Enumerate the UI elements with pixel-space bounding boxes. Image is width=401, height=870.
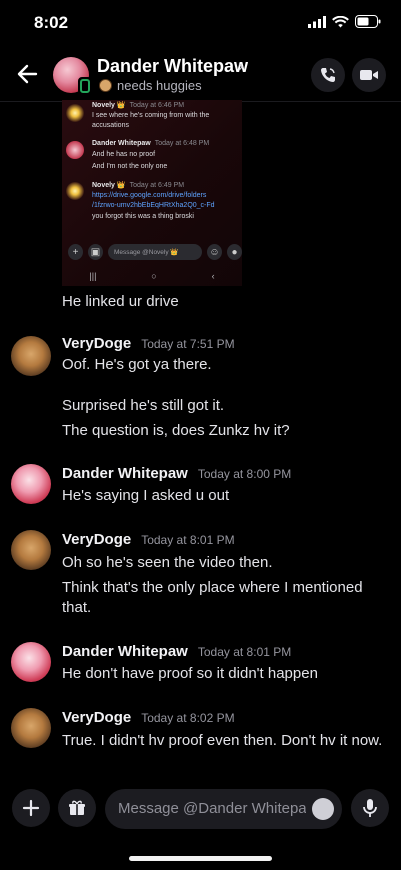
message-timestamp: Today at 8:00 PM [197,467,292,481]
message-text: The question is, does Zunkz hv it? [62,422,290,439]
plus-icon: + [68,244,83,260]
header-avatar[interactable] [53,57,92,95]
message-text: He's saying I asked u out [62,487,230,504]
embed-input-bar: + ▣ Message @Novely 👑 ☺ ● [62,240,242,264]
message-text: Oof. He's got ya there. [62,356,212,373]
home-indicator[interactable] [129,856,272,861]
microphone-icon: ● [227,244,242,260]
avatar-dander-whitepaw[interactable] [11,642,51,682]
chevron-right-icon[interactable]: › [238,58,243,76]
avatar-dander-whitepaw[interactable] [11,464,51,504]
attached-screenshot-image[interactable]: Novely 👑 Today at 6:46 PM I see where he'… [62,100,242,286]
status-emoji-icon [99,79,112,92]
embed-text: you forgot this was a thing broski [92,213,194,220]
crown-icon: 👑 [116,102,126,109]
embed-avatar [66,182,84,200]
message-input[interactable]: Message @Dander Whitepaw [105,789,342,829]
message-timestamp: Today at 8:01 PM [197,645,292,659]
back-button[interactable] [14,60,42,88]
message-input-placeholder: Message @Dander Whitepaw [118,800,306,817]
message-timestamp: Today at 7:51 PM [141,337,235,351]
message-author[interactable]: Dander Whitepaw Today at 8:01 PM [62,643,291,660]
add-attachment-button[interactable] [12,789,50,827]
recents-icon: ||| [89,271,97,281]
embed-author: Dander Whitepaw [92,140,151,147]
mobile-online-icon [78,77,92,95]
message-text: that. [62,599,92,616]
message-author[interactable]: VeryDoge Today at 7:51 PM [62,335,235,352]
avatar-verydoge[interactable] [11,708,51,748]
embed-link: /1fzrwo-umv2hbEbEqHRtXha2Q0_c-Fd [92,202,215,209]
voice-call-button[interactable] [311,58,345,92]
gift-button[interactable] [58,789,96,827]
embed-text: I see where he's coming from with the [92,112,210,119]
voice-message-button[interactable] [351,789,389,827]
gift-icon: ▣ [87,244,103,260]
crown-icon: 👑 [116,182,126,189]
embed-timestamp: Today at 6:49 PM [129,182,185,189]
message-text: He linked ur drive [62,293,179,310]
message-text: True. I didn't hv proof even then. Don't… [62,732,383,749]
embed-text: accusations [92,122,129,129]
microphone-icon [363,799,377,817]
gift-icon [69,800,85,815]
emoji-button[interactable] [312,798,334,820]
embed-author: Novely [92,182,115,189]
home-icon: ○ [151,271,157,281]
message-text: He don't have proof so it didn't happen [62,665,318,682]
embed-avatar [66,141,84,159]
phone-icon [321,68,335,82]
emoji-icon: ☺ [207,244,222,260]
embed-input-field: Message @Novely 👑 [107,244,203,260]
message-timestamp: Today at 8:02 PM [141,711,235,725]
avatar-verydoge[interactable] [11,530,51,570]
chat-header: Dander Whitepaw › needs huggies [0,46,401,102]
video-camera-icon [360,70,378,80]
custom-status-text: needs huggies [117,78,202,93]
status-icons [308,15,381,28]
message-text: Oh so he's seen the video then. [62,554,273,571]
plus-icon [22,799,40,817]
embed-text: And I'm not the only one [92,163,168,170]
message-author[interactable]: VeryDoge Today at 8:01 PM [62,531,235,548]
embed-link: https://drive.google.com/drive/folders [92,192,207,199]
wifi-icon [332,15,349,27]
avatar-verydoge[interactable] [11,336,51,376]
arrow-left-icon [17,64,38,84]
android-nav-bar: ||| ○ ‹ [62,268,242,284]
back-icon: ‹ [211,271,215,281]
battery-icon [355,15,381,28]
message-author[interactable]: VeryDoge Today at 8:02 PM [62,709,235,726]
embed-timestamp: Today at 6:46 PM [129,102,185,109]
message-author[interactable]: Dander Whitepaw Today at 8:00 PM [62,465,291,482]
message-text: Surprised he's still got it. [62,397,225,414]
message-timestamp: Today at 8:01 PM [141,533,235,547]
header-username[interactable]: Dander Whitepaw [97,56,248,77]
message-text: Think that's the only place where I ment… [62,579,363,596]
video-call-button[interactable] [352,58,386,92]
embed-author: Novely [92,102,115,109]
embed-avatar [66,104,84,122]
signal-icon [308,15,326,28]
embed-timestamp: Today at 6:48 PM [154,140,210,147]
status-time: 8:02 [34,13,69,32]
embed-text: And he has no proof [92,151,156,158]
status-bar: 8:02 [0,0,401,46]
header-custom-status: needs huggies [99,78,202,93]
